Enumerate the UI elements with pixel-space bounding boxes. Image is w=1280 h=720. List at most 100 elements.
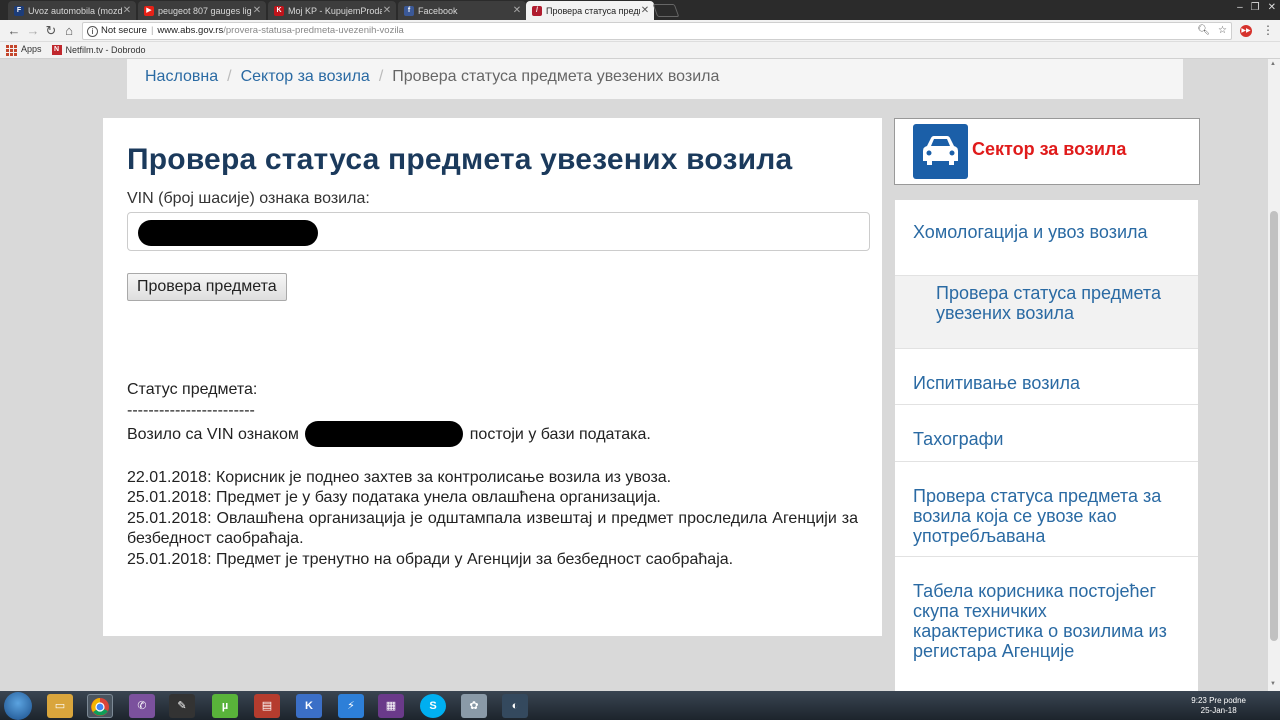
home-icon[interactable]: ⌂ [61, 23, 77, 39]
close-window-icon[interactable]: ✕ [1268, 2, 1276, 13]
scroll-up-icon[interactable]: ▲ [1270, 61, 1276, 67]
paint-icon[interactable]: ✿ [461, 694, 487, 718]
ford-favicon-icon: F [14, 5, 24, 16]
tab-uvoz-automobila[interactable]: F Uvoz automobila (mozda ✕ [8, 1, 136, 20]
reload-icon[interactable]: ↻ [43, 23, 59, 39]
extension-icon[interactable]: ▶▶ [1240, 25, 1252, 37]
minimize-icon[interactable]: – [1237, 2, 1243, 13]
restore-icon[interactable]: ❐ [1251, 2, 1260, 13]
apps-grid-icon [6, 44, 17, 56]
skype-icon[interactable]: S [420, 694, 446, 718]
close-tab-icon[interactable]: ✕ [252, 5, 262, 16]
info-icon[interactable]: i [87, 26, 98, 37]
sidebar-item-homologation[interactable]: Хомологација и увоз возила [895, 200, 1198, 276]
found-suffix: постоји у бази података. [469, 426, 651, 443]
breadcrumb-separator: / [378, 68, 384, 85]
popcorn-icon[interactable]: ▤ [254, 694, 280, 718]
close-tab-icon[interactable]: ✕ [640, 5, 650, 16]
bookmark-label: Netfilm.tv - Dobrodo [65, 44, 146, 55]
zoom-icon[interactable]: 🔍︎ [1197, 23, 1210, 39]
car-icon [913, 124, 968, 179]
explorer-icon[interactable]: ▭ [47, 694, 73, 718]
clock-time: 9:23 Pre podne [1191, 696, 1246, 705]
main-content: Провера статуса предмета увезених возила… [103, 118, 882, 636]
browser-menu-icon[interactable]: ⋮ [1262, 23, 1274, 37]
netfilm-icon: N [51, 45, 62, 56]
bookmark-star-icon[interactable]: ☆ [1218, 23, 1227, 39]
tab-title: Moj KP - KupujemProdaj [288, 5, 382, 16]
app-icon[interactable]: ◐ [502, 694, 528, 718]
bookmark-netfilm[interactable]: N Netfilm.tv - Dobrodo [51, 44, 146, 56]
windows-taskbar: ▭ ✆ ✎ µ ▤ K ⚡ ▦ S ✿ ◐ 9:23 Pre podne 25-… [0, 691, 1280, 720]
breadcrumb: Насловна / Сектор за возила / Провера статус… [127, 59, 1183, 99]
bookmark-label: Apps [21, 44, 42, 55]
page-viewport: Насловна / Сектор за возила / Провера статус… [0, 59, 1268, 691]
tab-title: peugeot 807 gauges ligh [158, 5, 252, 16]
sidebar-item-tech-characteristics[interactable]: Табела корисника постојећег скупа технич… [895, 557, 1198, 691]
kp-favicon-icon: K [274, 5, 284, 16]
lightning-app-icon[interactable]: ⚡ [338, 694, 364, 718]
security-label: Not secure [101, 25, 147, 36]
history-entry: 22.01.2018: Корисник је поднео захтев за… [127, 468, 672, 486]
close-tab-icon[interactable]: ✕ [382, 5, 392, 16]
breadcrumb-sector-link[interactable]: Сектор за возила [241, 68, 370, 85]
vin-found-message: Возило са VIN ознаком постоји у бази под… [127, 421, 858, 447]
history-entry: 25.01.2018: Предмет је у базу података у… [127, 489, 661, 506]
clock-date: 25-Jan-18 [1200, 706, 1237, 715]
status-rule: ------------------------ [127, 401, 255, 419]
sector-header[interactable]: Сектор за возила [894, 118, 1200, 185]
vin-label: VIN (број шасије) ознака возила: [127, 190, 370, 207]
bookmarks-bar: Apps N Netfilm.tv - Dobrodo [0, 42, 1280, 59]
forward-arrow-icon[interactable]: → [25, 23, 41, 39]
status-heading: Статус предмета: [127, 381, 258, 398]
bookmark-apps[interactable]: Apps [6, 44, 42, 56]
sector-title: Сектор за возила [972, 139, 1127, 159]
tab-provera-statusa[interactable]: / Провера статуса предм ✕ [526, 1, 654, 20]
tab-kupujemprodajem[interactable]: K Moj KP - KupujemProdaj ✕ [268, 1, 396, 20]
browser-toolbar: ← → ↻ ⌂ i Not secure | www.abs.gov.rs/prove… [0, 20, 1280, 42]
address-separator: | [150, 25, 154, 36]
tab-peugeot-gauges[interactable]: ▶ peugeot 807 gauges ligh ✕ [138, 1, 266, 20]
back-arrow-icon[interactable]: ← [6, 23, 22, 39]
breadcrumb-separator: / [227, 68, 232, 85]
address-bar[interactable]: i Not secure | www.abs.gov.rs/provera-statu… [82, 22, 1232, 40]
url-host: www.abs.gov.rs [157, 25, 224, 36]
status-section: Статус предмета: -----------------------… [127, 380, 858, 570]
system-clock[interactable]: 9:23 Pre podne 25-Jan-18 [1191, 696, 1246, 716]
sidebar-item-tachographs[interactable]: Тахографи [895, 405, 1198, 462]
kmplayer-icon[interactable]: K [296, 694, 322, 718]
tab-strip: F Uvoz automobila (mozda ✕ ▶ peugeot 807… [0, 0, 1280, 20]
scroll-down-icon[interactable]: ▼ [1270, 681, 1276, 687]
media-icon[interactable]: ✎ [169, 694, 195, 718]
start-button[interactable] [4, 692, 32, 720]
new-tab-button[interactable] [652, 4, 680, 17]
vin-input[interactable] [127, 212, 870, 251]
youtube-favicon-icon: ▶ [144, 5, 154, 16]
tab-facebook[interactable]: f Facebook ✕ [398, 1, 526, 20]
redacted-vin-inline [305, 421, 464, 447]
url-path: /provera-statusa-predmeta-uvezenih-vozil… [223, 25, 404, 36]
tab-title: Uvoz automobila (mozda [28, 5, 122, 16]
close-tab-icon[interactable]: ✕ [122, 5, 132, 16]
page-title: Провера статуса предмета увезених возила [127, 143, 793, 176]
tab-title: Facebook [418, 5, 458, 16]
sidebar-item-used-import-status[interactable]: Провера статуса предмета за возила која … [895, 462, 1198, 557]
chrome-icon[interactable] [87, 694, 113, 718]
page-scrollbar[interactable]: ▲ ▼ [1268, 59, 1280, 691]
utorrent-icon[interactable]: µ [212, 694, 238, 718]
sidebar-item-import-status[interactable]: Провера статуса предмета увезених возила [895, 276, 1198, 349]
scrollbar-thumb[interactable] [1270, 211, 1278, 641]
redacted-vin-value [138, 220, 318, 246]
sidebar-nav: Хомологација и увоз возила Провера стату… [895, 200, 1198, 691]
sidebar-item-vehicle-testing[interactable]: Испитивање возила [895, 349, 1198, 405]
close-tab-icon[interactable]: ✕ [512, 5, 522, 16]
window-controls: – ❐ ✕ [1237, 2, 1276, 13]
breadcrumb-current: Провера статуса предмета увезених возила [392, 68, 720, 85]
viber-icon[interactable]: ✆ [129, 694, 155, 718]
history-entry: 25.01.2018: Овлашћена организација је од… [127, 509, 858, 548]
check-case-button[interactable]: Провера предмета [127, 273, 287, 301]
winrar-icon[interactable]: ▦ [378, 694, 404, 718]
tab-title: Провера статуса предм [546, 5, 640, 16]
breadcrumb-home-link[interactable]: Насловна [145, 68, 218, 85]
history-entry: 25.01.2018: Предмет је тренутно на обрад… [127, 550, 734, 568]
